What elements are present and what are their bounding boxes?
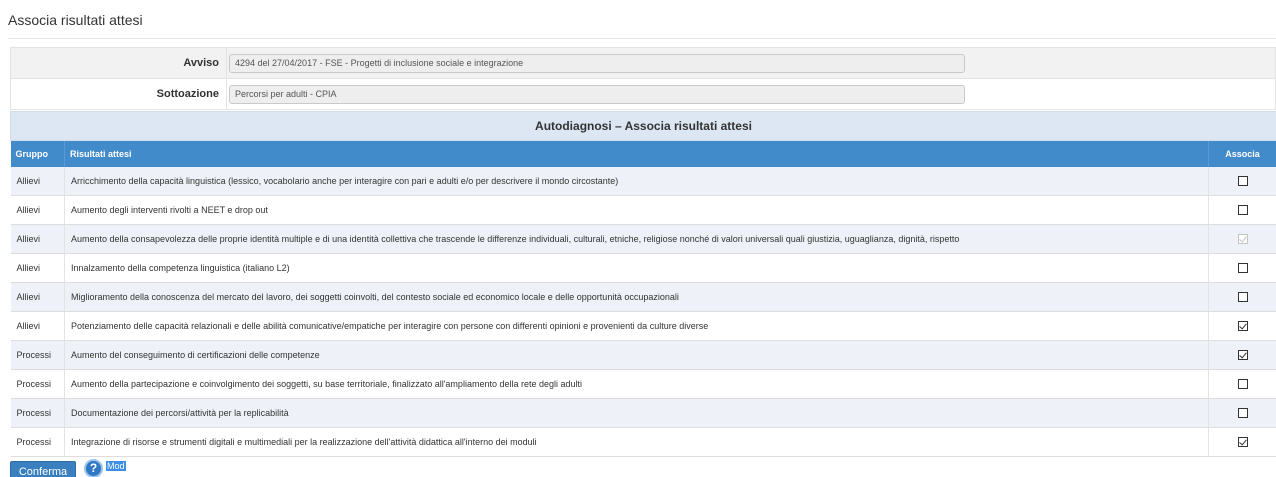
page-title: Associa risultati attesi (8, 12, 143, 28)
header-risultati: Risultati attesi (64, 140, 1209, 167)
help-link[interactable]: Mod (106, 461, 126, 471)
table-row: Allievi Potenziamento delle capacità rela… (10, 311, 1276, 341)
row-associa-cell (1208, 253, 1276, 283)
row-risultato: Potenziamento delle capacità relazionali… (64, 311, 1209, 341)
associa-checkbox[interactable] (1237, 379, 1248, 390)
table-row: Allievi Miglioramento della conoscenza de… (10, 282, 1276, 312)
section-title-row: Autodiagnosi – Associa risultati attesi (9, 111, 1276, 141)
confirm-button[interactable]: Conferma (10, 461, 76, 477)
table-row: Allievi Arricchimento della capacità ling… (10, 166, 1276, 196)
row-gruppo: Processi (10, 340, 65, 370)
associa-checkbox (1237, 234, 1248, 245)
row-gruppo: Allievi (10, 195, 65, 225)
section-title: Autodiagnosi – Associa risultati attesi (9, 111, 1276, 141)
row-risultato: Aumento del conseguimento di certificazi… (64, 340, 1209, 370)
row-risultato: Arricchimento della capacità linguistica… (64, 166, 1209, 196)
row-risultato: Aumento della partecipazione e coinvolgi… (64, 369, 1209, 399)
table-row: Allievi Aumento della consapevolezza dell… (10, 224, 1276, 254)
table-row: Allievi Aumento degli interventi rivolti … (10, 195, 1276, 225)
table-row: Processi Integrazione di risorse e strume… (10, 427, 1276, 457)
row-risultato: Aumento della consapevolezza delle propr… (64, 224, 1209, 254)
question-circle-icon[interactable]: ? (84, 459, 103, 477)
header-associa: Associa (1208, 140, 1276, 167)
row-associa-cell (1208, 166, 1276, 196)
row-associa-cell (1208, 427, 1276, 457)
row-risultato: Integrazione di risorse e strumenti digi… (64, 427, 1209, 457)
meta-row-avviso: Avviso 4294 del 27/04/2017 - FSE - Proge… (10, 47, 1276, 79)
associa-checkbox[interactable] (1237, 263, 1248, 274)
row-gruppo: Processi (10, 398, 65, 428)
meta-table: Avviso 4294 del 27/04/2017 - FSE - Proge… (10, 47, 1276, 110)
avviso-label: Avviso (10, 47, 227, 79)
row-associa-cell (1208, 282, 1276, 312)
avviso-field: 4294 del 27/04/2017 - FSE - Progetti di … (229, 53, 965, 73)
title-divider (8, 38, 1276, 39)
associa-checkbox[interactable] (1237, 321, 1248, 332)
row-gruppo: Allievi (10, 311, 65, 341)
associa-checkbox[interactable] (1237, 205, 1248, 216)
associa-checkbox[interactable] (1237, 176, 1248, 187)
table-row: Allievi Innalzamento della competenza lin… (10, 253, 1276, 283)
table-row: Processi Documentazione dei percorsi/atti… (10, 398, 1276, 428)
sottoazione-value-cell: Percorsi per adulti - CPIA (226, 78, 1276, 110)
associa-checkbox[interactable] (1237, 350, 1248, 361)
risultati-table: Autodiagnosi – Associa risultati attesi … (9, 111, 1276, 457)
row-gruppo: Processi (10, 427, 65, 457)
row-gruppo: Allievi (10, 224, 65, 254)
row-gruppo: Processi (10, 369, 65, 399)
associa-checkbox[interactable] (1237, 408, 1248, 419)
associa-checkbox[interactable] (1237, 437, 1248, 448)
row-associa-cell (1208, 311, 1276, 341)
row-gruppo: Allievi (10, 253, 65, 283)
table-header: Gruppo Risultati attesi Associa (10, 140, 1276, 167)
row-associa-cell (1208, 224, 1276, 254)
row-gruppo: Allievi (10, 282, 65, 312)
meta-row-sottoazione: Sottoazione Percorsi per adulti - CPIA (10, 78, 1276, 110)
row-risultato: Aumento degli interventi rivolti a NEET … (64, 195, 1209, 225)
sottoazione-field: Percorsi per adulti - CPIA (229, 84, 965, 104)
avviso-value-cell: 4294 del 27/04/2017 - FSE - Progetti di … (226, 47, 1276, 79)
row-associa-cell (1208, 369, 1276, 399)
sottoazione-label: Sottoazione (10, 78, 227, 110)
row-associa-cell (1208, 340, 1276, 370)
row-risultato: Documentazione dei percorsi/attività per… (64, 398, 1209, 428)
row-associa-cell (1208, 195, 1276, 225)
row-associa-cell (1208, 398, 1276, 428)
table-row: Processi Aumento del conseguimento di cer… (10, 340, 1276, 370)
row-gruppo: Allievi (10, 166, 65, 196)
row-risultato: Innalzamento della competenza linguistic… (64, 253, 1209, 283)
header-gruppo: Gruppo (10, 140, 65, 167)
table-body: Allievi Arricchimento della capacità ling… (10, 166, 1276, 457)
row-risultato: Miglioramento della conoscenza del merca… (64, 282, 1209, 312)
table-row: Processi Aumento della partecipazione e c… (10, 369, 1276, 399)
associa-checkbox[interactable] (1237, 292, 1248, 303)
